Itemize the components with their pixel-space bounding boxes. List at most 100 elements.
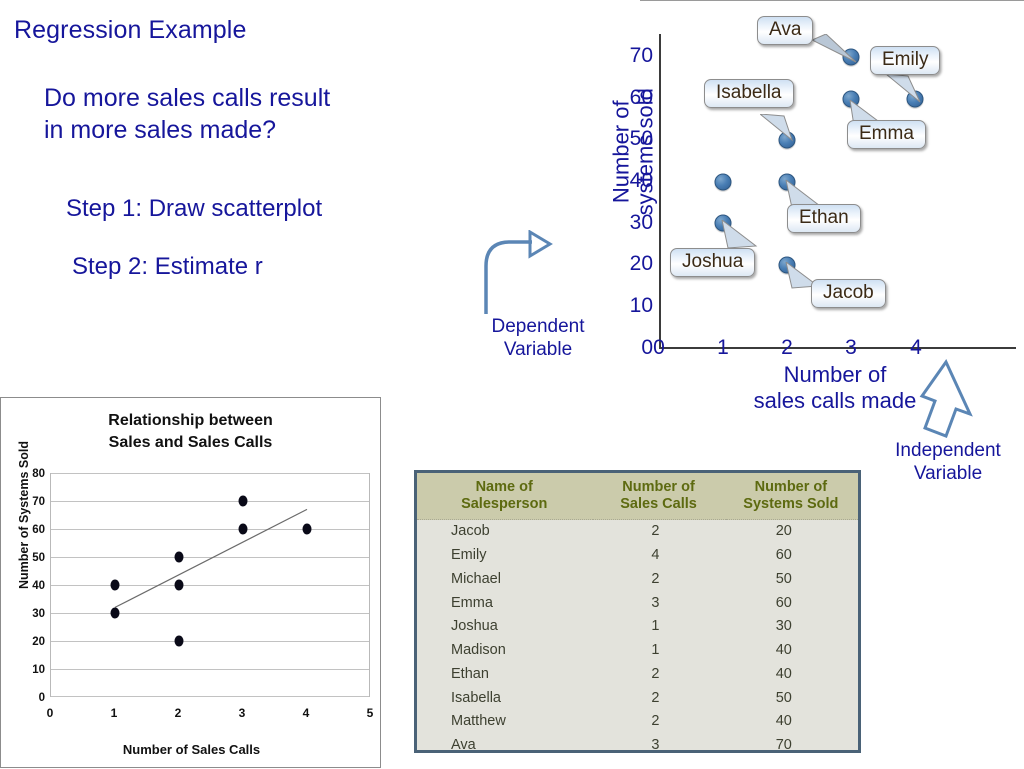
table-row: Emma 3 60 bbox=[417, 592, 858, 616]
table-body: Jacob 2 20 Emily 4 60 Michael 2 50 Emma … bbox=[417, 520, 858, 758]
scatter-xtick-1: 1 bbox=[717, 336, 729, 359]
callout-ava[interactable]: Ava bbox=[757, 16, 814, 46]
excel-plot-area bbox=[50, 473, 370, 697]
question-line-1: Do more sales calls result bbox=[44, 84, 331, 112]
excel-ytick-10: 10 bbox=[32, 664, 45, 676]
cell-calls: 3 bbox=[651, 737, 660, 754]
scatter-y-axis-label-line1: Number of bbox=[608, 100, 634, 204]
table-row: Matthew 2 40 bbox=[417, 710, 858, 734]
cell-name: Jacob bbox=[451, 523, 490, 540]
table-row: Ava 3 70 bbox=[417, 734, 858, 758]
excel-data-point bbox=[110, 607, 120, 619]
excel-data-point bbox=[110, 579, 120, 591]
column-header-sold-line1: Number of bbox=[754, 479, 828, 495]
cell-sold: 30 bbox=[775, 618, 792, 635]
column-header-name: Name of Salesperson bbox=[417, 473, 594, 521]
column-header-sold-line2: Systems Sold bbox=[743, 495, 839, 512]
independent-variable-note: Independent Variable bbox=[880, 440, 1016, 486]
callout-tail-emily bbox=[885, 74, 921, 103]
excel-x-tick-labels: 0 1 2 3 4 5 bbox=[47, 706, 374, 730]
excel-scatterplot-panel: Relationship between Sales and Sales Cal… bbox=[0, 397, 381, 768]
excel-data-point bbox=[302, 523, 312, 535]
excel-y-axis-label: Number of Systems Sold bbox=[17, 441, 31, 589]
table-row: Madison 1 40 bbox=[417, 639, 858, 663]
cell-name: Matthew bbox=[451, 713, 506, 730]
column-header-calls-line1: Number of bbox=[622, 479, 695, 495]
cell-calls: 3 bbox=[651, 594, 660, 611]
excel-data-point bbox=[174, 579, 184, 591]
callout-tail-isabella bbox=[760, 114, 794, 142]
scatter-xtick-3: 3 bbox=[845, 336, 857, 359]
excel-ytick-20: 20 bbox=[32, 636, 45, 648]
excel-xtick-1: 1 bbox=[110, 706, 118, 720]
independent-variable-line1: Independent bbox=[895, 440, 1001, 461]
data-point-madison[interactable] bbox=[714, 173, 732, 191]
table-row: Emily 4 60 bbox=[417, 544, 858, 568]
step-1-text: Step 1: Draw scatterplot bbox=[66, 195, 323, 222]
scatter-x-axis-label-line2: sales calls made bbox=[753, 388, 917, 414]
excel-chart-title-line1: Relationship between bbox=[108, 412, 273, 429]
cell-calls: 2 bbox=[651, 713, 660, 730]
cell-sold: 40 bbox=[775, 665, 792, 682]
excel-data-point bbox=[238, 495, 248, 507]
column-header-name-line1: Name of bbox=[475, 479, 533, 495]
excel-trendline bbox=[114, 508, 308, 608]
table-row: Michael 2 50 bbox=[417, 568, 858, 592]
scatter-ytick-10: 10 bbox=[629, 294, 653, 317]
table-row: Jacob 2 20 bbox=[417, 520, 858, 544]
scatter-y-axis-label: Number of systems sold bbox=[608, 67, 657, 237]
table: Name of Salesperson Number of Sales Call… bbox=[417, 473, 858, 758]
cell-name: Madison bbox=[451, 642, 506, 659]
callout-emily[interactable]: Emily bbox=[870, 46, 941, 76]
column-header-calls-line2: Sales Calls bbox=[620, 495, 697, 512]
excel-xtick-5: 5 bbox=[366, 706, 374, 720]
cell-calls: 2 bbox=[651, 665, 660, 682]
dependent-variable-line2: Variable bbox=[503, 338, 573, 360]
excel-x-axis-label: Number of Sales Calls bbox=[122, 742, 261, 757]
excel-xtick-4: 4 bbox=[302, 706, 310, 720]
scatter-xtick-2: 2 bbox=[781, 336, 793, 359]
cell-sold: 40 bbox=[775, 713, 792, 730]
cell-name: Isabella bbox=[451, 689, 501, 706]
cell-name: Emily bbox=[451, 547, 487, 564]
scatter-ytick-70: 70 bbox=[629, 44, 653, 67]
cell-sold: 50 bbox=[775, 570, 792, 587]
dependent-variable-note: Dependent Variable bbox=[476, 316, 600, 362]
scatter-x-axis-label: Number of sales calls made bbox=[735, 362, 935, 415]
cell-sold: 70 bbox=[775, 737, 792, 754]
column-header-name-line2: Salesperson bbox=[461, 495, 548, 512]
page-title: Regression Example bbox=[14, 16, 247, 44]
callout-ethan[interactable]: Ethan bbox=[787, 204, 861, 234]
callout-isabella[interactable]: Isabella bbox=[704, 79, 794, 109]
column-header-sold: Number of Systems Sold bbox=[725, 473, 858, 521]
table-header-row: Name of Salesperson Number of Sales Call… bbox=[417, 473, 858, 521]
table-row: Isabella 2 50 bbox=[417, 687, 858, 711]
cell-name: Ethan bbox=[451, 665, 489, 682]
excel-data-point bbox=[174, 635, 184, 647]
excel-data-point bbox=[238, 523, 248, 535]
scatter-xtick-0: 0 bbox=[653, 336, 665, 359]
step-2-text: Step 2: Estimate r bbox=[72, 253, 263, 280]
callout-joshua[interactable]: Joshua bbox=[670, 248, 756, 278]
callout-emma[interactable]: Emma bbox=[847, 120, 926, 150]
independent-variable-line2: Variable bbox=[913, 462, 983, 484]
cell-sold: 60 bbox=[775, 547, 792, 564]
scatter-ytick-20: 20 bbox=[629, 252, 653, 275]
cell-calls: 4 bbox=[651, 547, 660, 564]
cell-sold: 40 bbox=[775, 642, 792, 659]
excel-xtick-2: 2 bbox=[174, 706, 182, 720]
cell-name: Michael bbox=[451, 570, 501, 587]
callout-jacob[interactable]: Jacob bbox=[811, 279, 886, 309]
cell-calls: 2 bbox=[651, 570, 660, 587]
column-header-calls: Number of Sales Calls bbox=[593, 473, 726, 521]
scatter-y-axis-label-line2: systems sold bbox=[632, 88, 657, 216]
salesperson-data-table: Name of Salesperson Number of Sales Call… bbox=[414, 470, 861, 753]
cell-calls: 2 bbox=[651, 523, 660, 540]
cell-sold: 20 bbox=[775, 523, 792, 540]
dependent-variable-line1: Dependent bbox=[491, 316, 585, 337]
cell-name: Emma bbox=[451, 594, 493, 611]
excel-ytick-0: 0 bbox=[38, 692, 45, 704]
excel-chart-title-line2: Sales and Sales Calls bbox=[108, 433, 273, 451]
cell-name: Joshua bbox=[451, 618, 498, 635]
scatter-x-axis-label-line1: Number of bbox=[783, 362, 887, 387]
